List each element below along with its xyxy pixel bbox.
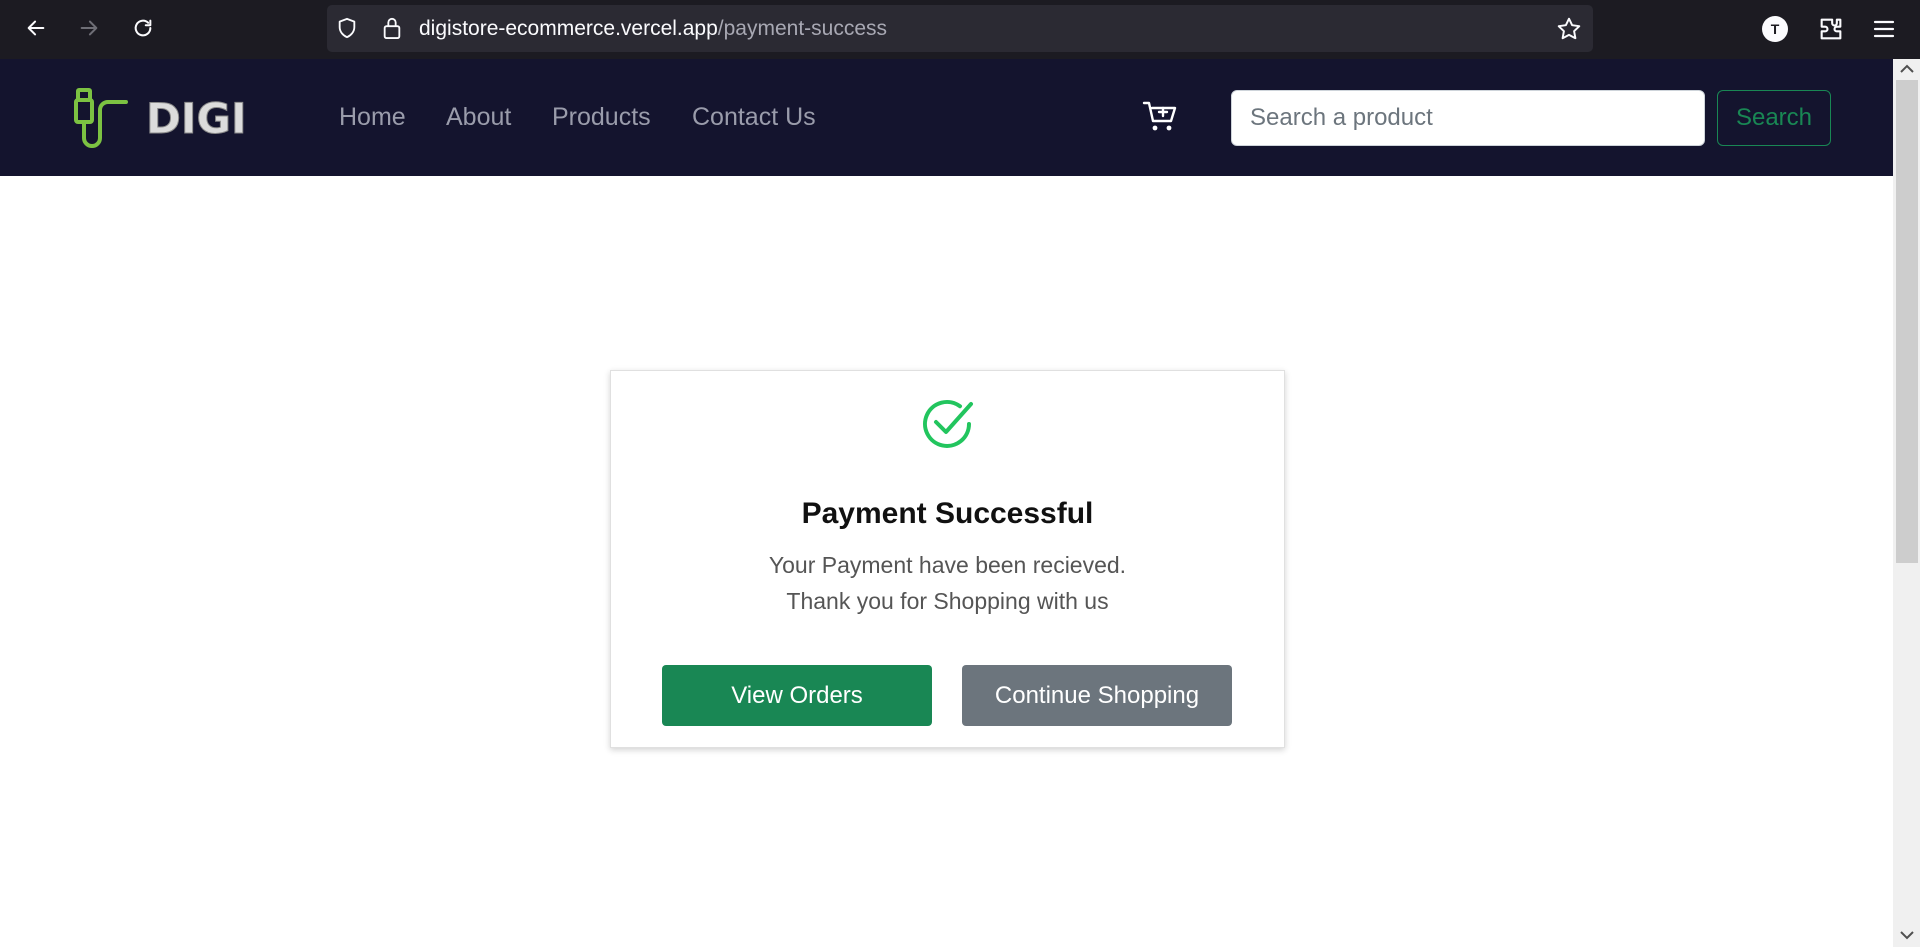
menu-icon[interactable] [1872,17,1896,41]
profile-avatar[interactable]: T [1762,16,1788,42]
url-text[interactable]: digistore-ecommerce.vercel.app/payment-s… [419,17,887,41]
star-icon[interactable] [1556,16,1582,42]
usb-cable-icon [74,88,128,148]
page-title: Payment Successful [801,497,1094,530]
cart-plus-icon[interactable] [1142,98,1178,134]
url-host: digistore-ecommerce.vercel.app [419,17,718,40]
nav-home[interactable]: Home [339,103,406,132]
nav-about[interactable]: About [446,103,511,132]
extensions-icon[interactable] [1817,15,1845,43]
nav-products[interactable]: Products [552,103,651,132]
back-button[interactable] [18,10,54,46]
logo[interactable]: DIGI [72,88,272,148]
scroll-down-arrow-icon[interactable] [1899,928,1915,942]
back-icon [27,20,45,36]
logo-text: DIGI [146,94,247,143]
search-input[interactable] [1231,90,1705,146]
continue-shopping-button[interactable]: Continue Shopping [962,665,1232,726]
thank-you-message: Thank you for Shopping with us [786,588,1109,614]
shield-icon[interactable] [336,17,358,39]
reload-button[interactable] [125,10,161,46]
check-circle-icon [923,399,973,448]
forward-button[interactable] [71,10,107,46]
url-path: /payment-success [717,17,888,40]
scrollbar-thumb[interactable] [1896,80,1918,563]
scroll-up-arrow-icon[interactable] [1899,62,1915,76]
view-orders-button[interactable]: View Orders [662,665,932,726]
search-button[interactable]: Search [1717,90,1831,146]
nav-contact-us[interactable]: Contact Us [692,103,816,132]
reload-icon [134,19,152,37]
forward-icon [80,20,98,36]
confirmation-message: Your Payment have been recieved. [768,552,1127,578]
lock-icon[interactable] [381,16,403,40]
